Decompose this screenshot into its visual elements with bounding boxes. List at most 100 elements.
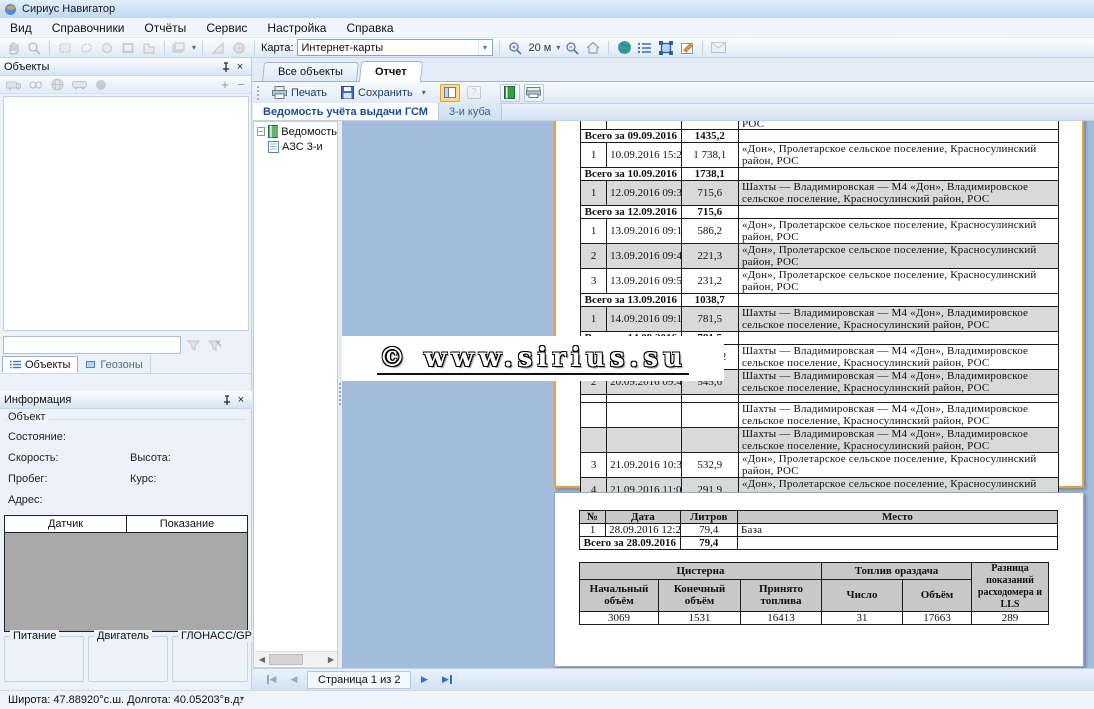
height-label: Высота: [130,452,171,464]
report-data-row: Шахты — Владимировская — М4 «Дон», Влади… [581,403,1059,428]
menu-item[interactable]: Настройка [257,19,336,37]
layers-dropdown-icon[interactable]: ▾ [192,43,196,52]
pan-hand-icon[interactable] [4,39,22,56]
map-select[interactable]: Интернет-карты ▾ [297,39,493,56]
list-icon [10,360,21,369]
report-data-row: 321.09.2016 10:37532,9«Дон», Пролетарско… [581,453,1059,478]
select-lasso-icon[interactable] [77,39,95,56]
tab-report[interactable]: Отчет [359,61,423,82]
pin-icon[interactable] [220,393,234,407]
zoom-level-dropdown-icon[interactable]: ▾ [556,43,560,52]
toolbar-separator [702,41,703,55]
engine-groupbox: Двигатель [88,636,168,682]
filter-icon[interactable] [184,337,202,354]
tab-geozones[interactable]: Геозоны [78,356,150,373]
menu-item[interactable]: Вид [0,19,42,37]
close-icon[interactable]: × [234,393,248,407]
objects-tree-area[interactable] [3,96,249,331]
speed-label: Скорость: [8,452,59,464]
watermark: © www.sirius.su [342,336,724,381]
layers-button[interactable] [171,39,189,56]
left-panel-tabs: Объекты Геозоны [0,356,252,374]
notes-icon[interactable] [678,39,696,56]
globe-small-icon[interactable] [48,76,66,93]
previous-page-button[interactable]: ◀ [284,671,304,688]
page-setup-button[interactable] [524,84,544,102]
print-button[interactable]: Печать [267,85,332,100]
zoom-box-icon[interactable] [25,39,43,56]
summary-table: ЦистернаТоплив ораздачаРазница показаний… [579,562,1049,625]
select-polygon-icon[interactable] [140,39,158,56]
zoom-out-icon[interactable] [563,39,581,56]
map-label: Карта: [261,42,294,54]
report-total-row: Всего за 28.09.201679,4 [580,537,1058,550]
follow-icon[interactable] [26,76,44,93]
measure-ruler-icon[interactable] [209,39,227,56]
chevron-down-icon[interactable]: ▾ [478,40,492,55]
tree-item-azs[interactable]: АЗС 3-и [268,141,337,153]
vehicle-icon[interactable] [4,76,22,93]
track-list-icon[interactable] [636,39,654,56]
pin-icon[interactable] [219,60,233,74]
tab-3i-kuba[interactable]: 3-и куба [439,103,502,120]
close-icon[interactable]: × [233,60,247,74]
table-header-row: №ДатаЛитровМесто [580,511,1058,524]
first-page-button[interactable]: ◀ [261,671,281,688]
van-icon[interactable] [70,76,88,93]
save-dropdown-icon[interactable]: ▾ [422,88,426,97]
toggle-parameters-panel-button[interactable] [440,84,460,102]
menu-item[interactable]: Справка [336,19,403,37]
objects-panel-title: Объекты [4,61,219,73]
sensor-table: Датчик Показание [4,515,248,632]
object-filter-input[interactable] [3,336,181,354]
report-total-row: Всего за 13.09.20161038,7 [581,294,1059,307]
geozone-icon[interactable] [657,39,675,56]
menu-item[interactable]: Справочники [42,19,135,37]
zoom-in-icon[interactable] [506,39,524,56]
tab-all-objects[interactable]: Все объекты [262,62,359,81]
collapse-icon[interactable]: − [257,127,265,136]
globe-icon[interactable] [615,39,633,56]
scroll-left-icon[interactable]: ◀ [255,655,269,664]
object-group-label: Объект [8,411,49,423]
scroll-right-icon[interactable]: ▶ [324,655,338,664]
report-view-button[interactable] [500,84,520,102]
menu-item[interactable]: Сервис [196,19,257,37]
page-setup-icon [526,87,541,98]
menubar: ВидСправочникиОтчётыСервисНастройкаСправ… [0,18,1094,38]
report-spacer-row [581,395,1059,403]
tab-fuel-report[interactable]: Ведомость учёта выдачи ГСМ [253,103,439,120]
tab-objects[interactable]: Объекты [2,356,78,373]
next-page-button[interactable]: ▶ [414,671,434,688]
select-circle-icon[interactable] [98,39,116,56]
snapshot-icon[interactable] [230,39,248,56]
mail-icon[interactable] [709,39,727,56]
select-rect-icon[interactable] [56,39,74,56]
home-icon[interactable] [584,39,602,56]
scrollbar-thumb[interactable] [269,654,303,665]
report-preview[interactable]: РОСВсего за 09.09.20161435,2110.09.2016 … [342,121,1094,668]
tree-horizontal-scrollbar[interactable]: ◀ ▶ [255,651,338,666]
printer-icon [272,86,287,99]
geozone-small-icon [85,360,96,369]
menu-item[interactable]: Отчёты [134,19,196,37]
objects-panel: Объекты × + − Объекты Геозоны Информация… [0,58,252,690]
save-button[interactable]: Сохранить [336,85,418,100]
select-region-icon[interactable] [119,39,137,56]
floppy-icon [341,86,354,99]
window-titlebar: Сириус Навигатор [0,0,1094,18]
tree-item-vedomost[interactable]: − Ведомость [254,125,337,138]
book-icon [504,86,515,99]
last-page-button[interactable]: ▶ [437,671,457,688]
add-object-button[interactable]: + [219,79,231,90]
report-total-row: Всего за 10.09.20161738,1 [581,168,1059,181]
statusbar-dropdown-icon[interactable]: ▾ [240,694,244,703]
toolbar-separator [164,41,165,55]
remove-object-button[interactable]: − [235,79,247,90]
toolbar-grip[interactable] [257,86,261,100]
clear-filter-icon[interactable] [205,337,223,354]
sphere-icon[interactable] [92,76,110,93]
info-panel-title: Информация [4,394,220,406]
info-panel-body: Объект Состояние: Скорость: Высота: Проб… [0,409,252,515]
help-button[interactable]: ? [464,84,484,102]
